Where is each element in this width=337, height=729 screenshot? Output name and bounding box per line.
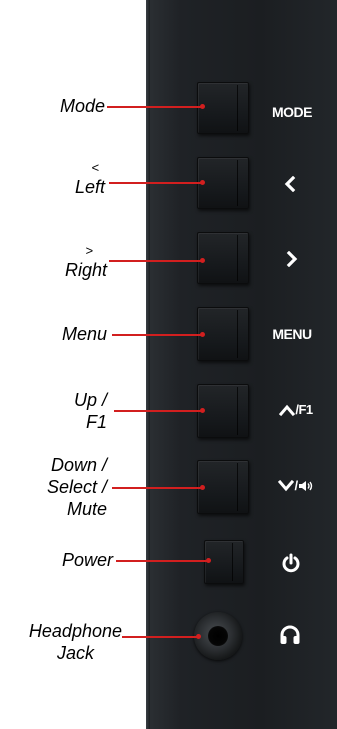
chevron-left-icon bbox=[283, 176, 297, 192]
chevron-up-icon bbox=[279, 404, 296, 416]
leader-line-right bbox=[109, 258, 205, 263]
callout-headphone-jack: Headphone Jack bbox=[29, 620, 122, 664]
callout-mode: Mode bbox=[60, 95, 105, 117]
chevron-down-icon bbox=[278, 479, 295, 492]
chevron-right-icon bbox=[285, 251, 299, 267]
callout-menu: Menu bbox=[62, 323, 107, 345]
right-button[interactable] bbox=[197, 232, 249, 284]
leader-line-up-f1 bbox=[114, 408, 205, 413]
callout-down-select-mute: Down / Select / Mute bbox=[47, 454, 107, 520]
leader-line-menu bbox=[112, 332, 205, 337]
panel-edge bbox=[146, 0, 150, 729]
callout-up-text: Up / bbox=[73, 390, 107, 410]
callout-mode-text: Mode bbox=[59, 96, 105, 116]
power-icon bbox=[281, 553, 301, 573]
up-f1-label: /F1 bbox=[264, 402, 328, 417]
callout-menu-text: Menu bbox=[61, 324, 107, 344]
callout-right: > Right bbox=[65, 243, 107, 281]
speaker-icon bbox=[298, 480, 314, 492]
mode-button[interactable] bbox=[197, 82, 249, 134]
callout-jack-text: Jack bbox=[56, 643, 94, 663]
leader-line-down-select-mute bbox=[112, 485, 205, 490]
callout-f1-text: F1 bbox=[85, 412, 107, 432]
headphone-jack-hole bbox=[208, 626, 228, 646]
mode-label: MODE bbox=[272, 104, 313, 120]
menu-label: MENU bbox=[272, 326, 312, 342]
callout-up-f1: Up / F1 bbox=[74, 389, 107, 433]
leader-line-left bbox=[109, 180, 205, 185]
callout-left-symbol: < bbox=[91, 160, 99, 175]
down-mute-label: / bbox=[264, 478, 328, 493]
callout-power: Power bbox=[62, 549, 113, 571]
callout-right-symbol: > bbox=[85, 243, 93, 258]
callout-left: < Left bbox=[75, 160, 105, 198]
leader-line-mode bbox=[107, 104, 205, 109]
f1-label: /F1 bbox=[295, 402, 313, 417]
headphones-icon bbox=[279, 625, 301, 645]
callout-mute-text: Mute bbox=[66, 499, 107, 519]
callout-select-text: Select / bbox=[46, 477, 107, 497]
callout-left-text: Left bbox=[74, 177, 105, 197]
callout-down-text: Down / bbox=[50, 455, 107, 475]
callout-headphone-text: Headphone bbox=[28, 621, 122, 641]
leader-line-power bbox=[116, 558, 211, 563]
leader-line-headphone-jack bbox=[122, 634, 201, 639]
callout-right-text: Right bbox=[64, 260, 107, 280]
callout-power-text: Power bbox=[61, 550, 113, 570]
